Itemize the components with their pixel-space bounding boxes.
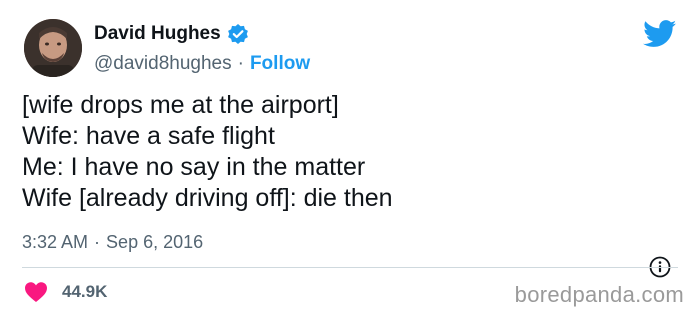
timestamp-separator: · [94, 232, 101, 252]
twitter-bird-icon[interactable] [643, 20, 677, 48]
verified-badge-icon [227, 23, 249, 45]
tweet-text: [wife drops me at the airport] Wife: hav… [22, 90, 393, 214]
watermark: boredpanda.com [514, 282, 684, 307]
tweet-line: [wife drops me at the airport] [22, 91, 339, 119]
tweet-timestamp[interactable]: 3:32 AM · Sep 6, 2016 [22, 231, 203, 253]
like-action[interactable]: 44.9K [24, 281, 107, 303]
author-name[interactable]: David Hughes [94, 22, 221, 46]
handle-separator: · [237, 53, 244, 74]
tweet-line: Me: I have no say in the matter [22, 153, 366, 181]
tweet-date: Sep 6, 2016 [106, 232, 204, 252]
tweet-time: 3:32 AM [22, 232, 89, 252]
like-count: 44.9K [62, 282, 108, 301]
author-block: David Hughes @david8hughes · Follow [94, 22, 310, 76]
tweet-line: Wife [already driving off]: die then [22, 184, 393, 212]
heart-icon[interactable] [24, 281, 48, 303]
follow-button[interactable]: Follow [250, 52, 310, 76]
author-handle[interactable]: @david8hughes [94, 52, 232, 76]
divider [22, 267, 678, 268]
tweet-line: Wife: have a safe flight [22, 122, 275, 150]
avatar[interactable] [24, 19, 82, 77]
